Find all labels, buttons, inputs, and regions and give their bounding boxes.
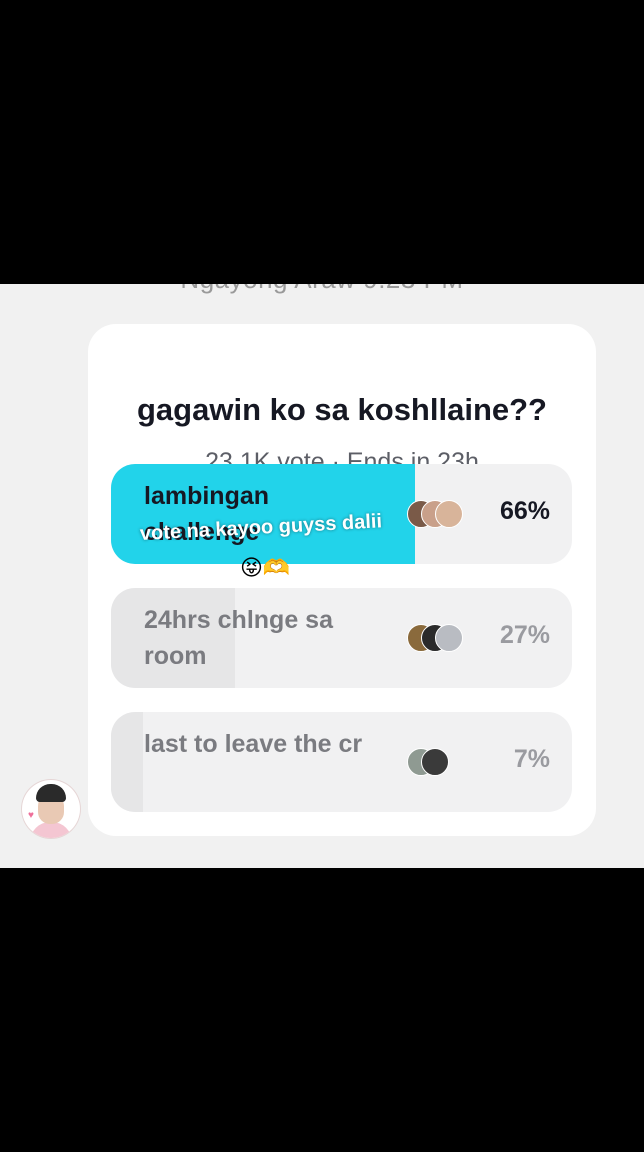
top-black-bar bbox=[0, 0, 644, 284]
poll-option-fill bbox=[111, 712, 144, 812]
poll-option-percent: 27% bbox=[499, 621, 550, 649]
poll-title: gagawin ko sa koshllaine?? bbox=[137, 392, 547, 427]
poll-option-percent: 66% bbox=[499, 497, 550, 525]
avatar-hair bbox=[36, 784, 66, 802]
clipped-timestamp-header: Ngayong Araw 9:23 PM bbox=[0, 284, 644, 295]
heart-icon: ♥ bbox=[28, 810, 34, 821]
poll-option-label: last to leave the cr bbox=[144, 730, 363, 758]
poll-option-3[interactable]: last to leave the cr 7% bbox=[111, 712, 572, 812]
profile-avatar-icon[interactable]: ♥ bbox=[22, 780, 80, 838]
voter-avatars bbox=[407, 748, 467, 776]
bottom-black-bar bbox=[0, 868, 644, 1152]
poll-option-percent: 7% bbox=[513, 745, 550, 773]
caption-emoji: 😝🫶 bbox=[240, 556, 291, 581]
screenshot-panel: Ngayong Araw 9:23 PM gagawin ko sa koshl… bbox=[0, 284, 644, 868]
poll-option-label: 24hrs chlnge sa room bbox=[144, 606, 333, 670]
avatar-body bbox=[30, 822, 72, 838]
voter-avatar-icon bbox=[421, 748, 449, 776]
voter-avatar-icon bbox=[435, 624, 463, 652]
voter-avatars bbox=[407, 624, 467, 652]
poll-option-2[interactable]: 24hrs chlnge sa room 27% bbox=[111, 588, 572, 688]
